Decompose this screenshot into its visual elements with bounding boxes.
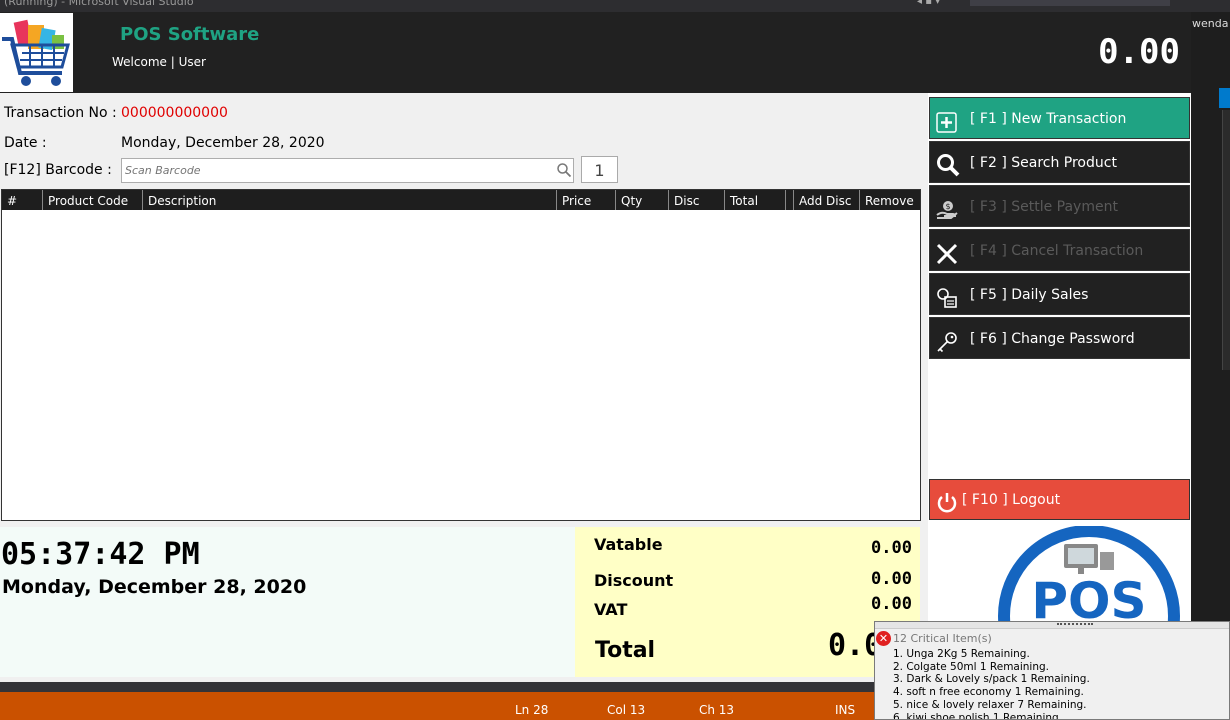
sales-report-icon bbox=[936, 284, 958, 308]
date-label: Date : bbox=[4, 135, 47, 151]
change-password-label: [ F6 ] Change Password bbox=[970, 331, 1135, 347]
list-item: 5. nice & lovely relaxer 7 Remaining. bbox=[893, 698, 1087, 711]
cancel-transaction-label: [ F4 ] Cancel Transaction bbox=[970, 243, 1144, 259]
vs-side-accent bbox=[1219, 88, 1230, 108]
vs-side-text: wenda bbox=[1192, 17, 1229, 30]
col-product-code[interactable]: Product Code bbox=[43, 190, 143, 210]
welcome-user: Welcome | User bbox=[112, 55, 206, 69]
notification-list: 1. Unga 2Kg 5 Remaining. 2. Colgate 50ml… bbox=[893, 648, 1090, 720]
power-icon bbox=[936, 490, 958, 513]
search-product-button[interactable]: [ F2 ] Search Product bbox=[929, 141, 1190, 183]
col-add-disc[interactable]: Add Disc bbox=[794, 190, 860, 210]
close-icon bbox=[936, 240, 958, 265]
status-line: Ln 28 bbox=[515, 703, 549, 717]
clock-date: Monday, December 28, 2020 bbox=[2, 576, 307, 598]
col-spacer bbox=[786, 190, 794, 210]
col-disc[interactable]: Disc bbox=[669, 190, 725, 210]
col-qty[interactable]: Qty bbox=[616, 190, 669, 210]
transaction-no-value: 000000000000 bbox=[121, 105, 228, 121]
vs-status-divider bbox=[0, 682, 930, 692]
discount-label: Discount bbox=[594, 571, 674, 590]
daily-sales-button[interactable]: [ F5 ] Daily Sales bbox=[929, 273, 1190, 315]
logout-button[interactable]: [ F10 ] Logout bbox=[929, 479, 1190, 520]
status-col: Col 13 bbox=[607, 703, 646, 717]
new-transaction-label: [ F1 ] New Transaction bbox=[970, 111, 1127, 127]
app-title: POS Software bbox=[120, 24, 260, 45]
barcode-label: [F12] Barcode : bbox=[4, 162, 112, 178]
list-item: 6. kiwi shoe polish 1 Remaining. bbox=[893, 711, 1063, 720]
quantity-field[interactable]: 1 bbox=[581, 156, 618, 183]
cart-grid[interactable]: # Product Code Description Price Qty Dis… bbox=[1, 189, 921, 521]
vs-quick-launch[interactable] bbox=[970, 0, 1170, 6]
notification-grip[interactable] bbox=[875, 622, 1229, 629]
svg-text:$: $ bbox=[945, 202, 950, 211]
list-item: 4. soft n free economy 1 Remaining. bbox=[893, 686, 1084, 699]
error-icon: ✕ bbox=[876, 631, 891, 646]
col-total[interactable]: Total bbox=[725, 190, 786, 210]
status-ch: Ch 13 bbox=[699, 703, 735, 717]
total-label: Total bbox=[595, 638, 656, 663]
date-value: Monday, December 28, 2020 bbox=[121, 135, 325, 151]
transaction-no-label: Transaction No : bbox=[4, 105, 117, 121]
col-index[interactable]: # bbox=[2, 190, 43, 210]
clock-time: 05:37:42 PM bbox=[1, 537, 200, 572]
vat-value: 0.00 bbox=[871, 594, 912, 614]
col-description[interactable]: Description bbox=[143, 190, 557, 210]
status-ins: INS bbox=[835, 703, 856, 717]
header-total-display: 0.00 bbox=[1098, 32, 1180, 72]
settle-payment-button[interactable]: $ [ F3 ] Settle Payment bbox=[929, 185, 1190, 227]
notification-title: 12 Critical Item(s) bbox=[893, 632, 992, 645]
search-icon[interactable] bbox=[556, 162, 572, 178]
list-item: 3. Dark & Lovely s/pack 1 Remaining. bbox=[893, 673, 1090, 686]
settle-payment-label: [ F3 ] Settle Payment bbox=[970, 199, 1118, 215]
search-product-label: [ F2 ] Search Product bbox=[970, 155, 1117, 171]
magnifier-icon bbox=[936, 152, 960, 177]
grid-header: # Product Code Description Price Qty Dis… bbox=[2, 190, 920, 210]
vat-label: VAT bbox=[594, 600, 628, 619]
barcode-input[interactable] bbox=[121, 158, 574, 183]
plus-icon bbox=[936, 108, 958, 133]
vatable-label: Vatable bbox=[594, 535, 663, 554]
list-item: 2. Colgate 50ml 1 Remaining. bbox=[893, 660, 1049, 673]
cancel-transaction-button[interactable]: [ F4 ] Cancel Transaction bbox=[929, 229, 1190, 271]
logout-label: [ F10 ] Logout bbox=[962, 492, 1061, 508]
new-transaction-button[interactable]: [ F1 ] New Transaction bbox=[929, 97, 1190, 139]
vs-side-scroll[interactable] bbox=[1222, 110, 1230, 370]
vatable-value: 0.00 bbox=[871, 538, 912, 558]
col-price[interactable]: Price bbox=[557, 190, 616, 210]
key-icon bbox=[936, 328, 958, 353]
change-password-button[interactable]: [ F6 ] Change Password bbox=[929, 317, 1190, 359]
list-item: 1. Unga 2Kg 5 Remaining. bbox=[893, 648, 1030, 660]
col-remove[interactable]: Remove bbox=[860, 190, 920, 210]
discount-value: 0.00 bbox=[871, 569, 912, 589]
payment-hand-icon: $ bbox=[936, 196, 958, 219]
critical-items-notification[interactable]: ✕ 12 Critical Item(s) 1. Unga 2Kg 5 Rema… bbox=[874, 621, 1230, 720]
daily-sales-label: [ F5 ] Daily Sales bbox=[970, 287, 1089, 303]
vs-title-controls: ◂ ▪ ▾ bbox=[917, 0, 941, 7]
cart-logo bbox=[0, 13, 73, 92]
